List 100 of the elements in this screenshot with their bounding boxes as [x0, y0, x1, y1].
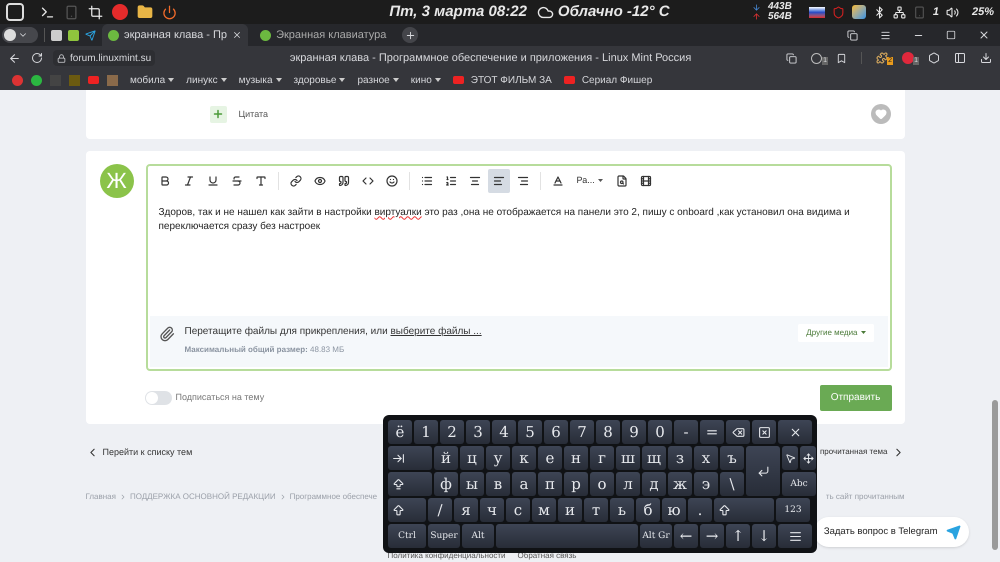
keyboard-key[interactable]: н [564, 446, 588, 470]
keyboard-key[interactable] [726, 420, 750, 444]
keyboard-key[interactable] [778, 524, 812, 548]
crop-icon[interactable] [88, 4, 103, 20]
keyboard-key[interactable]: 8 [596, 420, 620, 444]
back-icon[interactable] [8, 52, 21, 64]
keyboard-key[interactable]: 123 [776, 498, 810, 522]
sidebar-icon[interactable] [954, 52, 966, 64]
keyboard-key[interactable]: я [454, 498, 478, 522]
keyboard-key[interactable]: ы [460, 472, 484, 496]
next-topic-link[interactable]: прочитанная тема [820, 446, 888, 458]
menu-icon[interactable] [880, 30, 891, 40]
keyboard-key[interactable]: б [636, 498, 660, 522]
keyboard-key[interactable]: й [434, 446, 458, 470]
keyboard-key[interactable]: ← [674, 524, 698, 548]
copy-icon[interactable] [786, 52, 797, 64]
other-media-button[interactable]: Другие медиа [798, 324, 874, 342]
workspace-number[interactable]: 1 [932, 4, 939, 20]
keyboard-key[interactable]: э [694, 472, 718, 496]
keyboard-key[interactable] [388, 446, 432, 470]
battery-percent[interactable]: 25% [972, 4, 994, 20]
keyboard-key[interactable] [714, 498, 774, 522]
keyboard-key[interactable]: е [538, 446, 562, 470]
flag-icon[interactable] [808, 6, 825, 18]
bookmark-link[interactable]: музыка [238, 72, 282, 88]
keyboard-key[interactable]: щ [642, 446, 666, 470]
footer-link[interactable]: Обратная связь [518, 550, 576, 562]
browser-tab[interactable]: Экранная клавиатура [254, 24, 392, 46]
keyboard-key[interactable]: в [486, 472, 510, 496]
download-icon[interactable] [980, 52, 992, 64]
bookmark-link[interactable]: здоровье [294, 72, 346, 88]
keyboard-key[interactable] [800, 446, 816, 470]
keyboard-key[interactable]: 3 [466, 420, 490, 444]
keyboard-key[interactable]: г [590, 446, 614, 470]
new-tab-button[interactable] [402, 27, 418, 43]
keyboard-key[interactable]: - [674, 420, 698, 444]
keyboard-key[interactable]: 4 [492, 420, 516, 444]
footer-link[interactable]: Политика конфиденциальности [388, 550, 506, 562]
terminal-icon[interactable] [40, 4, 55, 20]
keyboard-key[interactable]: Abc [782, 472, 816, 496]
keyboard-key[interactable]: л [616, 472, 640, 496]
extension-icon[interactable] [928, 52, 940, 64]
keyboard-key[interactable]: т [584, 498, 608, 522]
bookmark-link[interactable]: ЭТОТ ФИЛЬМ ЗА [452, 72, 552, 88]
restore-icon[interactable] [946, 30, 956, 40]
keyboard-key[interactable]: 7 [570, 420, 594, 444]
bookmark-link[interactable]: мобила [130, 72, 174, 88]
keyboard-key[interactable]: / [428, 498, 452, 522]
keyboard-key[interactable]: Alt [462, 524, 494, 548]
keyboard-key[interactable]: ↓ [752, 524, 776, 548]
close-icon[interactable] [978, 29, 990, 41]
keyboard-key[interactable]: х [694, 446, 718, 470]
keyboard-key[interactable]: о [590, 472, 614, 496]
keyboard-key[interactable]: ё [388, 420, 412, 444]
keyboard-key[interactable]: 6 [544, 420, 568, 444]
keyboard-key[interactable]: Super [428, 524, 460, 548]
address-field[interactable]: forum.linuxmint.su [53, 50, 156, 66]
message-text[interactable]: Здоров, так и не нашел как зайти в настройки виртуалки это раз ,она не отображается на панели это 2, пишу с onboard ,как установил она видима и переключается сразу без настроек [158, 206, 878, 234]
keyboard-key[interactable]: Ctrl [388, 524, 426, 548]
bookmark-icon[interactable] [836, 52, 847, 64]
bookmark-link[interactable]: Сериал Фишер [564, 72, 652, 88]
keyboard-key[interactable]: → [700, 524, 724, 548]
keyboard-key[interactable]: ж [668, 472, 692, 496]
keyboard-key[interactable]: ч [480, 498, 504, 522]
keyboard-key[interactable]: с [506, 498, 530, 522]
keyboard-key[interactable]: п [538, 472, 562, 496]
keyboard-key[interactable]: а [512, 472, 536, 496]
keyboard-key[interactable]: . [688, 498, 712, 522]
keyboard-key[interactable]: = [700, 420, 724, 444]
keyboard-key[interactable]: ь [610, 498, 634, 522]
choose-files-link[interactable]: выберите файлы ... [390, 326, 482, 336]
keyboard-key[interactable]: и [558, 498, 582, 522]
subscribe-toggle[interactable] [144, 390, 172, 404]
network-icon[interactable] [892, 6, 906, 18]
folder-icon[interactable] [137, 4, 153, 20]
pinned-tab-icon[interactable] [51, 30, 62, 40]
browser-icon[interactable] [112, 4, 128, 20]
keyboard-key[interactable]: м [532, 498, 556, 522]
keyboard-key[interactable]: з [668, 446, 692, 470]
reload-icon[interactable] [31, 52, 43, 64]
keyboard-key[interactable]: р [564, 472, 588, 496]
power-icon[interactable] [162, 4, 177, 20]
keyboard-key[interactable]: 0 [648, 420, 672, 444]
keyboard-key[interactable]: Alt Gr [640, 524, 672, 548]
keyboard-key[interactable]: ъ [720, 446, 744, 470]
keyboard-key[interactable]: ф [434, 472, 458, 496]
keyboard-key[interactable]: 2 [440, 420, 464, 444]
keyboard-key[interactable] [778, 420, 812, 444]
tiles-icon[interactable] [852, 5, 866, 19]
keyboard-key[interactable]: 5 [518, 420, 542, 444]
keyboard-key[interactable]: ц [460, 446, 484, 470]
bookmark-link[interactable]: разное [357, 72, 399, 88]
keyboard-key[interactable]: у [486, 446, 510, 470]
keyboard-key[interactable]: к [512, 446, 536, 470]
keyboard-key[interactable]: 9 [622, 420, 646, 444]
bookmark-link[interactable]: кино [410, 72, 441, 88]
volume-icon[interactable] [946, 6, 959, 18]
keyboard-key[interactable]: 1 [414, 420, 438, 444]
extension-icon[interactable] [876, 52, 888, 64]
browser-tab[interactable]: экранная клава - Пр [102, 24, 248, 46]
